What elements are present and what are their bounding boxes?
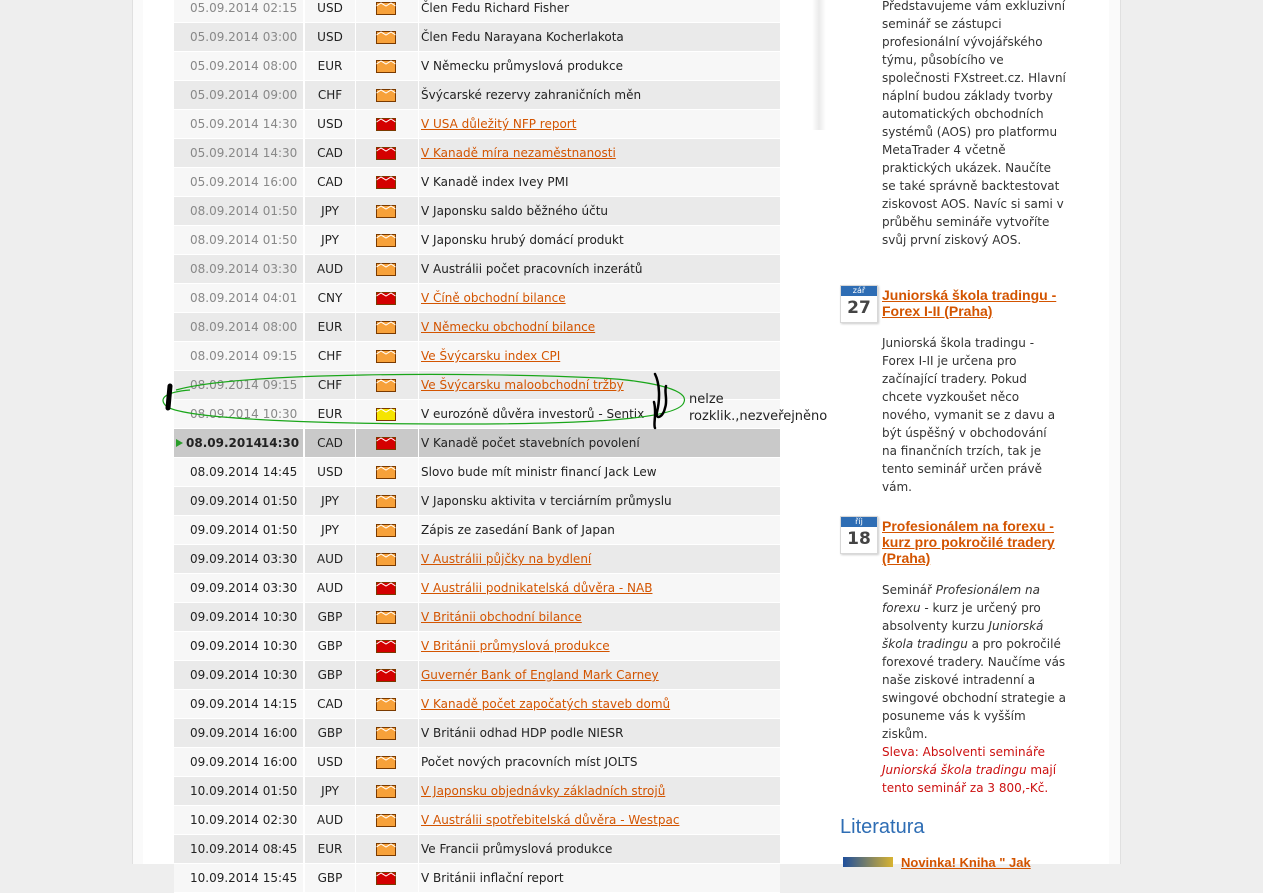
event-title-link[interactable]: Profesionálem na forexu - kurz pro pokro… <box>882 518 1072 566</box>
event-currency: GBP <box>304 864 356 892</box>
discount-text: Sleva: Absolventi semináře Juniorská ško… <box>882 745 1056 795</box>
date-day: 27 <box>847 298 871 318</box>
desc-text: Seminář <box>882 583 936 597</box>
annotation-note: nelze rozklik.,nezveřejněno <box>689 391 827 425</box>
literature-heading: Literatura <box>840 816 925 838</box>
annotation-line-1: nelze <box>689 392 724 407</box>
date-day: 18 <box>847 529 871 549</box>
date-month: zář <box>841 286 877 296</box>
hand-drawn-annotation <box>162 372 685 430</box>
calendar-date-icon: říj 18 <box>840 516 878 554</box>
desc-text: a pro pokročilé forexové tradery. Naučím… <box>882 637 1066 741</box>
discount-italic: Juniorská škola tradingu <box>882 763 1027 777</box>
date-month: říj <box>841 517 877 527</box>
event-time: 15:45 <box>262 871 298 885</box>
annotation-ellipse <box>162 373 685 425</box>
event-title-link[interactable]: Juniorská škola tradingu - Forex I-II (P… <box>882 287 1072 319</box>
event-name: V Británii inflační report <box>421 871 564 885</box>
annotation-line-2: rozklik.,nezveřejněno <box>689 409 828 424</box>
importance-cell <box>354 864 419 892</box>
event-date-text: 10.09.2014 <box>190 871 259 885</box>
book-link[interactable]: Novinka! Kniha " Jak <box>901 855 1031 870</box>
intro-text: Představujeme vám exkluzivní seminář se … <box>882 0 1066 247</box>
annotation-bracket <box>652 372 668 430</box>
book-cover-image[interactable] <box>843 857 893 867</box>
discount-text-part: Sleva: Absolventi semináře <box>882 745 1046 759</box>
event-description: Seminář Profesionálem na forexu - kurz j… <box>882 581 1067 797</box>
annotation-left-bar <box>165 383 173 411</box>
importance-flag-icon <box>376 872 396 885</box>
event-description: Juniorská škola tradingu - Forex I-II je… <box>882 336 1056 494</box>
event-name-cell: V Británii inflační report <box>421 864 780 892</box>
calendar-date-icon: zář 27 <box>840 285 878 323</box>
calendar-row: 10.09.2014 15:45 GBP V Británii inflační re… <box>174 864 780 893</box>
